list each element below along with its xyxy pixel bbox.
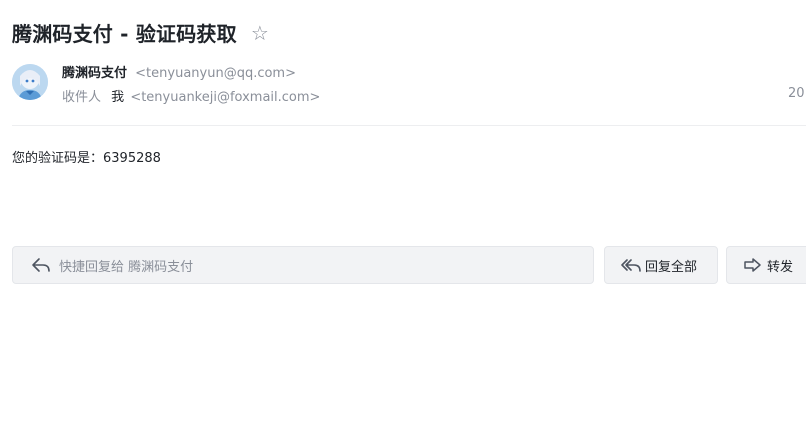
recipient-line: 收件人 我 <tenyuankeji@foxmail.com> (62, 86, 320, 105)
quick-reply-input[interactable]: 快捷回复给 腾渊码支付 (12, 246, 594, 284)
reply-icon (31, 255, 51, 275)
subject-row: 腾渊码支付 - 验证码获取 ☆ (12, 18, 269, 47)
sender-name[interactable]: 腾渊码支付 (62, 66, 127, 81)
forward-icon (743, 255, 763, 275)
recipient-email[interactable]: <tenyuankeji@foxmail.com> (130, 90, 320, 105)
header-divider (12, 125, 806, 126)
quick-reply-placeholder: 快捷回复给 腾渊码支付 (59, 259, 194, 275)
forward-label: 转发 (767, 259, 794, 275)
email-view: 腾渊码支付 - 验证码获取 ☆ 腾渊码支付 <tenyuanyun@qq.com… (0, 0, 806, 439)
email-body: 您的验证码是：6395288 (12, 151, 161, 166)
reply-all-button[interactable]: 回复全部 (604, 246, 718, 284)
email-date: 20 (788, 86, 805, 101)
recipient-label: 收件人 (62, 90, 102, 105)
sender-email[interactable]: <tenyuanyun@qq.com> (135, 66, 296, 81)
avatar-image (12, 64, 48, 100)
reply-all-icon (621, 255, 641, 275)
reply-all-label: 回复全部 (645, 259, 698, 275)
forward-button[interactable]: 转发 (726, 246, 806, 284)
email-subject: 腾渊码支付 - 验证码获取 (12, 22, 237, 46)
star-icon[interactable]: ☆ (251, 23, 269, 43)
recipient-name[interactable]: 我 (111, 90, 124, 105)
sender-avatar[interactable] (12, 64, 48, 100)
sender-line: 腾渊码支付 <tenyuanyun@qq.com> (62, 62, 296, 81)
